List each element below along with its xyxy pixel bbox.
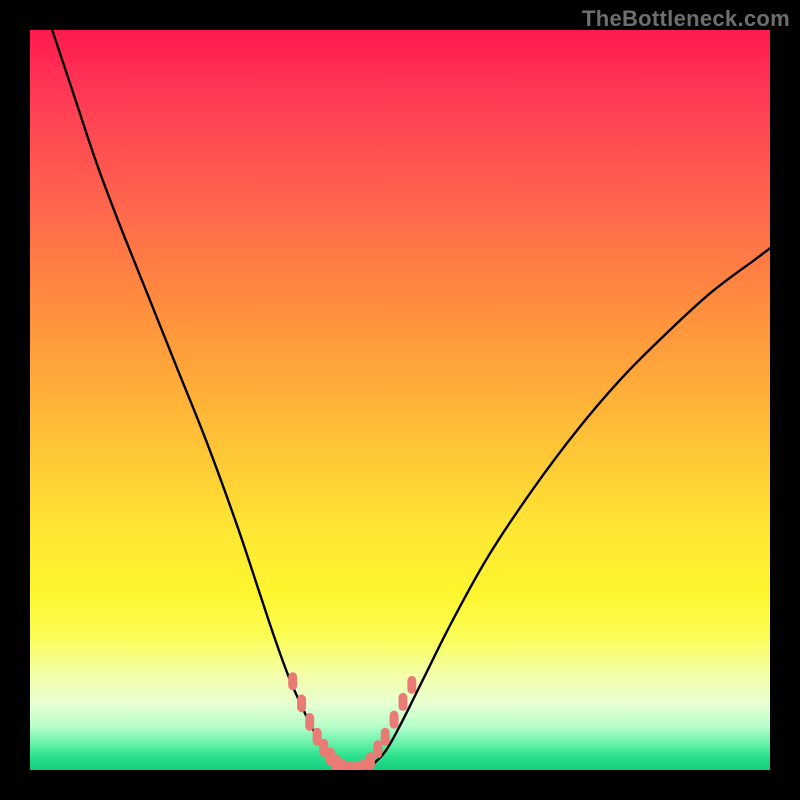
valley-marker (407, 676, 416, 694)
valley-marker (373, 740, 382, 758)
valley-marker (297, 694, 306, 712)
bottleneck-curve (52, 30, 770, 770)
marker-group (288, 672, 416, 770)
valley-marker (381, 728, 390, 746)
plot-area (30, 30, 770, 770)
watermark-text: TheBottleneck.com (582, 6, 790, 32)
chart-container: TheBottleneck.com (0, 0, 800, 800)
curves-svg (30, 30, 770, 770)
valley-marker (390, 711, 399, 729)
curve-group (52, 30, 770, 770)
valley-marker (288, 672, 297, 690)
valley-marker (305, 713, 314, 731)
valley-marker (398, 693, 407, 711)
